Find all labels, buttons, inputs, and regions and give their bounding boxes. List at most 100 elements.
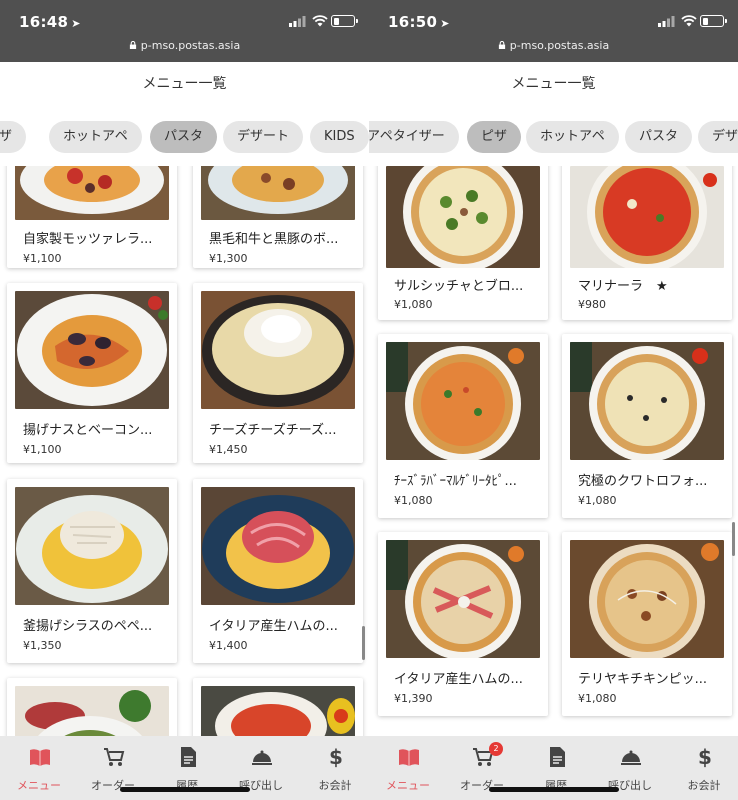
menu-item-price: ¥1,350: [23, 639, 62, 652]
bottom-tab-bar: メニュー オーダー 履歴 呼び出し $ お会計: [0, 736, 369, 800]
home-indicator[interactable]: [120, 787, 250, 792]
scrollbar[interactable]: [732, 522, 735, 556]
svg-text:$: $: [329, 746, 343, 768]
food-photo: [386, 342, 540, 460]
url-text: p-mso.postas.asia: [509, 39, 610, 52]
menu-item-price: ¥1,080: [578, 692, 617, 705]
tab-checkout[interactable]: $ お会計: [667, 736, 738, 800]
phone-screen-right: 16:50 ➤ p-mso.postas.asia メニュー一覧 アペタイザー ピ…: [369, 0, 738, 800]
category-chip-hot-appetizer[interactable]: ホットアペ: [49, 121, 142, 153]
menu-item-name: サルシッチャとブロ...: [394, 279, 524, 294]
tab-label: お会計: [318, 779, 352, 792]
menu-item-card[interactable]: 自家製モッツァレラ... ¥1,100: [7, 166, 177, 268]
menu-item-name: 揚げナスとベーコン...: [23, 423, 153, 438]
menu-item-card[interactable]: サルシッチャとブロ... ¥1,080: [378, 166, 548, 320]
food-photo: [15, 291, 169, 409]
food-photo: [201, 487, 355, 605]
category-chip-pasta[interactable]: パスタ: [625, 121, 693, 153]
wifi-icon: [312, 15, 328, 27]
status-time: 16:48 ➤: [19, 13, 81, 31]
menu-item-card[interactable]: 黒毛和牛と黒豚のボ... ¥1,300: [193, 166, 363, 268]
menu-item-price: ¥1,400: [209, 639, 248, 652]
food-photo: [201, 166, 355, 220]
menu-item-card[interactable]: マリナーラ ★ ¥980: [562, 166, 732, 320]
menu-item-card[interactable]: [7, 678, 177, 736]
menu-item-price: ¥1,080: [394, 298, 433, 311]
battery-level: [333, 17, 339, 25]
category-chip-pasta[interactable]: パスタ: [150, 121, 218, 153]
menu-item-price: ¥1,080: [578, 494, 617, 507]
battery-level: [702, 17, 708, 25]
page-title: メニュー一覧: [0, 62, 369, 106]
address-bar[interactable]: p-mso.postas.asia: [0, 39, 369, 52]
page-title: メニュー一覧: [369, 62, 738, 106]
wifi-icon: [681, 15, 697, 27]
scrollbar[interactable]: [362, 626, 365, 660]
category-chip-pizza[interactable]: ピザ: [0, 121, 27, 153]
menu-item-card[interactable]: イタリア産生ハムの... ¥1,400: [193, 479, 363, 663]
category-chip-kids[interactable]: KIDS: [310, 121, 369, 153]
food-photo: [15, 166, 169, 220]
menu-item-price: ¥1,100: [23, 252, 62, 265]
food-photo: [570, 540, 724, 658]
tab-menu[interactable]: メニュー: [2, 736, 76, 800]
menu-item-price: ¥980: [578, 298, 606, 311]
location-arrow-icon: ➤: [440, 17, 450, 30]
menu-item-price: ¥1,390: [394, 692, 433, 705]
tab-label: メニュー: [17, 779, 61, 792]
tab-label: お会計: [687, 779, 721, 792]
menu-item-price: ¥1,080: [394, 494, 433, 507]
menu-item-card[interactable]: 釜揚げシラスのペペ... ¥1,350: [7, 479, 177, 663]
status-bar: 16:48 ➤ p-mso.postas.asia: [0, 0, 369, 62]
menu-item-card[interactable]: ﾁｰｽﾞﾗﾊﾞｰﾏﾙｹﾞﾘｰﾀﾋﾟ... ¥1,080: [378, 334, 548, 518]
menu-item-card[interactable]: 究極のクワトロフォ... ¥1,080: [562, 334, 732, 518]
address-bar[interactable]: p-mso.postas.asia: [369, 39, 738, 52]
location-arrow-icon: ➤: [71, 17, 81, 30]
menu-item-name: ﾁｰｽﾞﾗﾊﾞｰﾏﾙｹﾞﾘｰﾀﾋﾟ...: [394, 474, 517, 489]
category-chip-dessert[interactable]: デザ: [698, 121, 738, 153]
food-photo: [386, 166, 540, 268]
food-photo: [570, 342, 724, 460]
menu-item-card[interactable]: イタリア産生ハムの... ¥1,390: [378, 532, 548, 716]
lock-icon: [129, 41, 136, 49]
menu-item-card[interactable]: 揚げナスとベーコン... ¥1,100: [7, 283, 177, 463]
menu-item-price: ¥1,450: [209, 443, 248, 456]
dollar-icon: $: [329, 746, 343, 768]
menu-item-card[interactable]: テリヤキチキンピッ... ¥1,080: [562, 532, 732, 716]
menu-item-name: イタリア産生ハムの...: [209, 619, 338, 634]
history-document-icon: [550, 747, 565, 767]
menu-item-name: マリナーラ ★: [578, 279, 668, 294]
food-photo: [15, 686, 169, 736]
call-bell-icon: [252, 750, 272, 765]
category-tabs: ピザ ホットアペ パスタ デザート KIDS: [0, 118, 369, 158]
battery-icon: [331, 15, 358, 27]
category-chip-dessert[interactable]: デザート: [223, 121, 304, 153]
signal-icon: [658, 16, 675, 27]
tab-menu[interactable]: メニュー: [371, 736, 445, 800]
menu-item-card[interactable]: [193, 678, 363, 736]
menu-item-name: テリヤキチキンピッ...: [578, 672, 708, 687]
dollar-icon: $: [698, 746, 712, 768]
category-chip-pizza[interactable]: ピザ: [467, 121, 522, 153]
category-chip-hot-appetizer[interactable]: ホットアペ: [526, 121, 619, 153]
home-indicator[interactable]: [489, 787, 619, 792]
menu-item-name: チーズチーズチーズ...: [209, 423, 337, 438]
menu-item-name: イタリア産生ハムの...: [394, 672, 523, 687]
menu-item-card[interactable]: チーズチーズチーズ... ¥1,450: [193, 283, 363, 463]
menu-item-price: ¥1,100: [23, 443, 62, 456]
history-document-icon: [181, 747, 196, 767]
cart-count-badge: 2: [489, 742, 503, 756]
category-chip-appetizer[interactable]: アペタイザー: [369, 121, 459, 153]
menu-item-name: 究極のクワトロフォ...: [578, 474, 708, 489]
tab-checkout[interactable]: $ お会計: [298, 736, 369, 800]
food-photo: [201, 291, 355, 409]
signal-icon: [289, 16, 306, 27]
lock-icon: [498, 41, 505, 49]
menu-item-name: 自家製モッツァレラ...: [23, 232, 153, 247]
url-text: p-mso.postas.asia: [140, 39, 241, 52]
menu-item-name: 釜揚げシラスのペペ...: [23, 619, 153, 634]
menu-item-price: ¥1,300: [209, 252, 248, 265]
phone-screen-left: 16:48➤ p-mso.postas.asia メニュー一覧 ピザ ホットアペ…: [0, 0, 369, 800]
food-photo: [386, 540, 540, 658]
menu-grid: サルシッチャとブロ... ¥1,080 マリナーラ ★ ¥980 ﾁｰｽﾞﾗﾊﾞ…: [369, 166, 738, 736]
